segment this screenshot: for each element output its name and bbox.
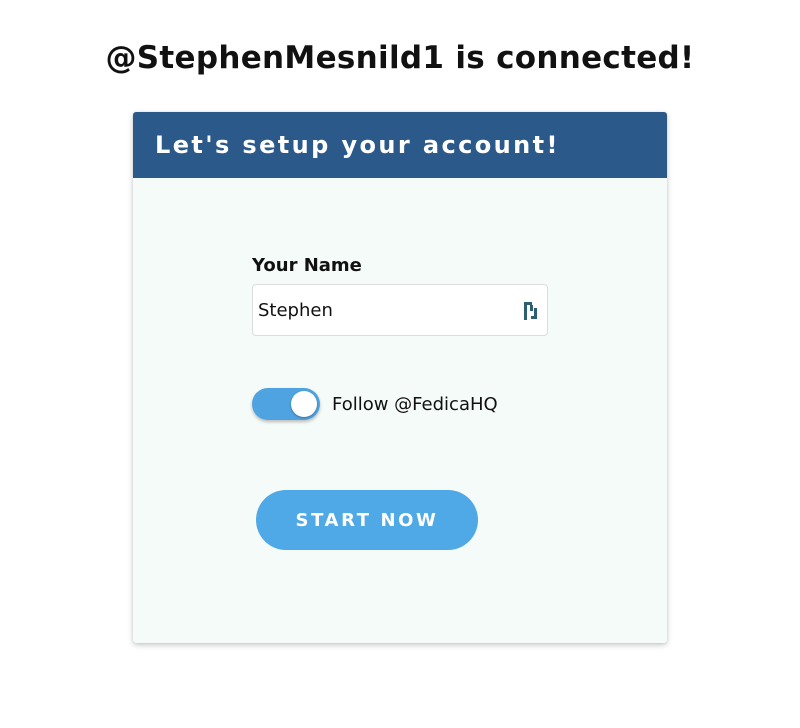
name-field-wrapper <box>252 284 548 336</box>
follow-toggle[interactable] <box>252 388 320 420</box>
toggle-knob <box>291 391 317 417</box>
follow-toggle-label: Follow @FedicaHQ <box>332 393 498 415</box>
name-field-label: Your Name <box>252 255 362 276</box>
page: @StephenMesnild1 is connected! Let's set… <box>0 0 800 728</box>
card-header: Let's setup your account! <box>133 112 667 178</box>
follow-toggle-row: Follow @FedicaHQ <box>252 388 498 420</box>
password-manager-icon[interactable] <box>523 301 539 321</box>
card-title: Let's setup your account! <box>155 131 560 159</box>
connected-headline: @StephenMesnild1 is connected! <box>105 40 695 76</box>
name-input[interactable] <box>253 285 547 335</box>
start-now-button[interactable]: START NOW <box>256 490 478 550</box>
setup-card: Let's setup your account! Your Name Foll… <box>133 112 667 643</box>
